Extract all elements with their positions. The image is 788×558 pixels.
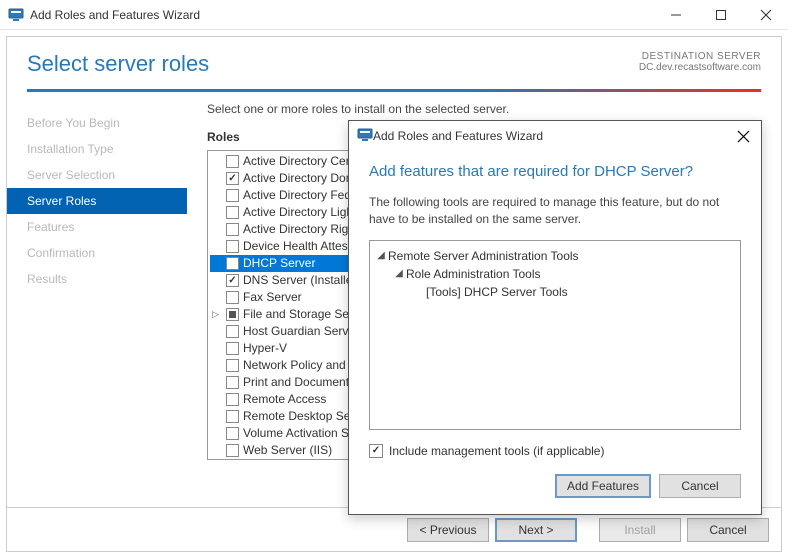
next-button[interactable]: Next > <box>495 518 577 542</box>
install-button[interactable]: Install <box>599 518 681 542</box>
destination-server-name: DC.dev.recastsoftware.com <box>639 62 761 73</box>
collapse-icon: ◢ <box>394 265 404 283</box>
destination-label: DESTINATION SERVER <box>639 51 761 62</box>
add-features-button[interactable]: Add Features <box>555 474 651 498</box>
step-confirmation[interactable]: Confirmation <box>7 240 187 266</box>
required-features-tree[interactable]: ◢Remote Server Administration Tools ◢Rol… <box>369 240 741 430</box>
dialog-info-text: The following tools are required to mana… <box>369 194 741 228</box>
dialog-cancel-button[interactable]: Cancel <box>659 474 741 498</box>
wizard-steps: Before You Begin Installation Type Serve… <box>7 100 187 490</box>
titlebar: Add Roles and Features Wizard <box>0 0 788 30</box>
include-mgmt-tools-label: Include management tools (if applicable) <box>389 444 604 458</box>
destination-block: DESTINATION SERVER DC.dev.recastsoftware… <box>639 51 761 73</box>
step-before-you-begin[interactable]: Before You Begin <box>7 110 187 136</box>
dialog-title: Add Roles and Features Wizard <box>373 129 731 143</box>
maximize-button[interactable] <box>698 0 743 30</box>
instruction-text: Select one or more roles to install on t… <box>207 102 761 116</box>
tree-node[interactable]: [Tools] DHCP Server Tools <box>376 283 734 301</box>
required-features-dialog: Add Roles and Features Wizard Add featur… <box>348 120 762 515</box>
accent-divider <box>27 89 761 92</box>
tree-node[interactable]: ◢Role Administration Tools <box>376 265 734 283</box>
include-mgmt-tools-checkbox[interactable] <box>369 444 383 458</box>
collapse-icon: ◢ <box>376 247 386 265</box>
page-title: Select server roles <box>27 51 639 77</box>
window-controls <box>653 0 788 30</box>
tree-node[interactable]: ◢Remote Server Administration Tools <box>376 247 734 265</box>
step-results[interactable]: Results <box>7 266 187 292</box>
include-mgmt-tools-row[interactable]: Include management tools (if applicable) <box>369 444 741 458</box>
server-manager-icon <box>357 127 373 146</box>
server-manager-icon <box>8 7 24 23</box>
step-installation-type[interactable]: Installation Type <box>7 136 187 162</box>
close-button[interactable] <box>743 0 788 30</box>
window-title: Add Roles and Features Wizard <box>30 8 653 22</box>
cancel-button[interactable]: Cancel <box>687 518 769 542</box>
step-features[interactable]: Features <box>7 214 187 240</box>
previous-button[interactable]: < Previous <box>407 518 489 542</box>
dialog-question: Add features that are required for DHCP … <box>369 163 741 180</box>
dialog-titlebar: Add Roles and Features Wizard <box>349 121 761 151</box>
dialog-close-button[interactable] <box>731 124 755 148</box>
step-server-selection[interactable]: Server Selection <box>7 162 187 188</box>
minimize-button[interactable] <box>653 0 698 30</box>
step-server-roles[interactable]: Server Roles <box>7 188 187 214</box>
